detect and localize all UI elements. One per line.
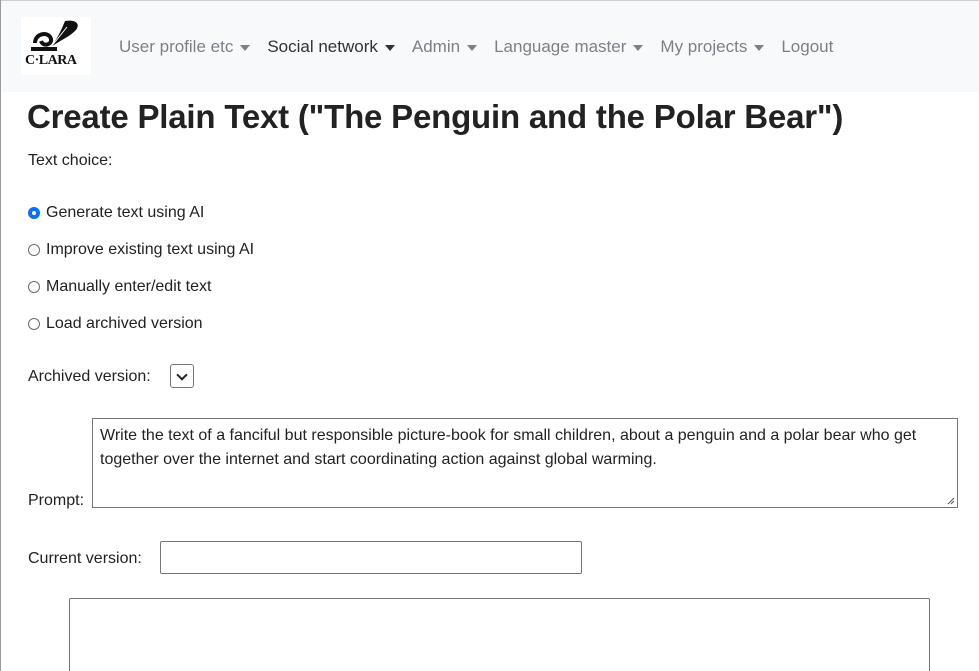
nav-item-label: User profile etc <box>119 37 234 56</box>
page: C·LARA User profile etc Social network A… <box>0 0 979 671</box>
text-editor-textarea[interactable] <box>69 598 930 671</box>
navbar: C·LARA User profile etc Social network A… <box>1 0 979 92</box>
caret-down-icon <box>467 44 478 51</box>
nav-item-label: Logout <box>781 37 834 56</box>
nav-item-label: Admin <box>411 37 461 56</box>
prompt-text: Write the text of a fanciful but respons… <box>100 427 917 468</box>
prompt-textarea[interactable]: Write the text of a fanciful but respons… <box>92 418 958 508</box>
nav-item-my-projects[interactable]: My projects <box>660 37 765 57</box>
logo-text: C·LARA <box>25 53 77 68</box>
current-version-label: Current version: <box>28 550 142 567</box>
radio-button[interactable] <box>28 318 40 330</box>
page-title: Create Plain Text ("The Penguin and the … <box>27 98 844 135</box>
chevron-down-icon <box>176 369 188 381</box>
caret-down-icon <box>633 44 644 51</box>
radio-button[interactable] <box>28 244 40 256</box>
radio-button-checked[interactable] <box>28 207 40 219</box>
archived-version-select[interactable] <box>170 364 194 388</box>
option-load-archived[interactable]: Load archived version <box>28 315 203 333</box>
caret-down-icon <box>384 44 395 51</box>
current-version-input[interactable] <box>160 541 582 574</box>
nav-item-label: Social network <box>267 37 378 56</box>
nav-item-language-master[interactable]: Language master <box>494 37 644 57</box>
resize-handle-icon[interactable] <box>947 497 955 505</box>
archived-version-label: Archived version: <box>28 368 151 385</box>
option-label: Generate text using AI <box>46 204 205 221</box>
radio-button[interactable] <box>28 281 40 293</box>
quill-ink-icon <box>31 20 78 51</box>
nav-item-user-profile[interactable]: User profile etc <box>119 37 251 57</box>
option-generate-ai[interactable]: Generate text using AI <box>28 204 204 222</box>
prompt-label: Prompt: <box>28 492 85 509</box>
option-manual-edit[interactable]: Manually enter/edit text <box>28 278 211 296</box>
nav-item-label: My projects <box>660 37 748 56</box>
caret-down-icon <box>240 44 251 51</box>
option-improve-ai[interactable]: Improve existing text using AI <box>28 241 254 259</box>
nav-item-social-network[interactable]: Social network <box>267 37 395 57</box>
nav-item-logout[interactable]: Logout <box>781 37 833 57</box>
option-label: Improve existing text using AI <box>46 241 255 258</box>
text-choice-label: Text choice: <box>28 152 113 169</box>
option-label: Manually enter/edit text <box>46 278 212 295</box>
nav-item-admin[interactable]: Admin <box>411 37 478 57</box>
option-label: Load archived version <box>46 315 203 332</box>
nav-menu: User profile etc Social network Admin La… <box>119 37 850 57</box>
nav-item-label: Language master <box>494 37 627 56</box>
clara-logo[interactable]: C·LARA <box>21 17 91 75</box>
caret-down-icon <box>754 44 765 51</box>
